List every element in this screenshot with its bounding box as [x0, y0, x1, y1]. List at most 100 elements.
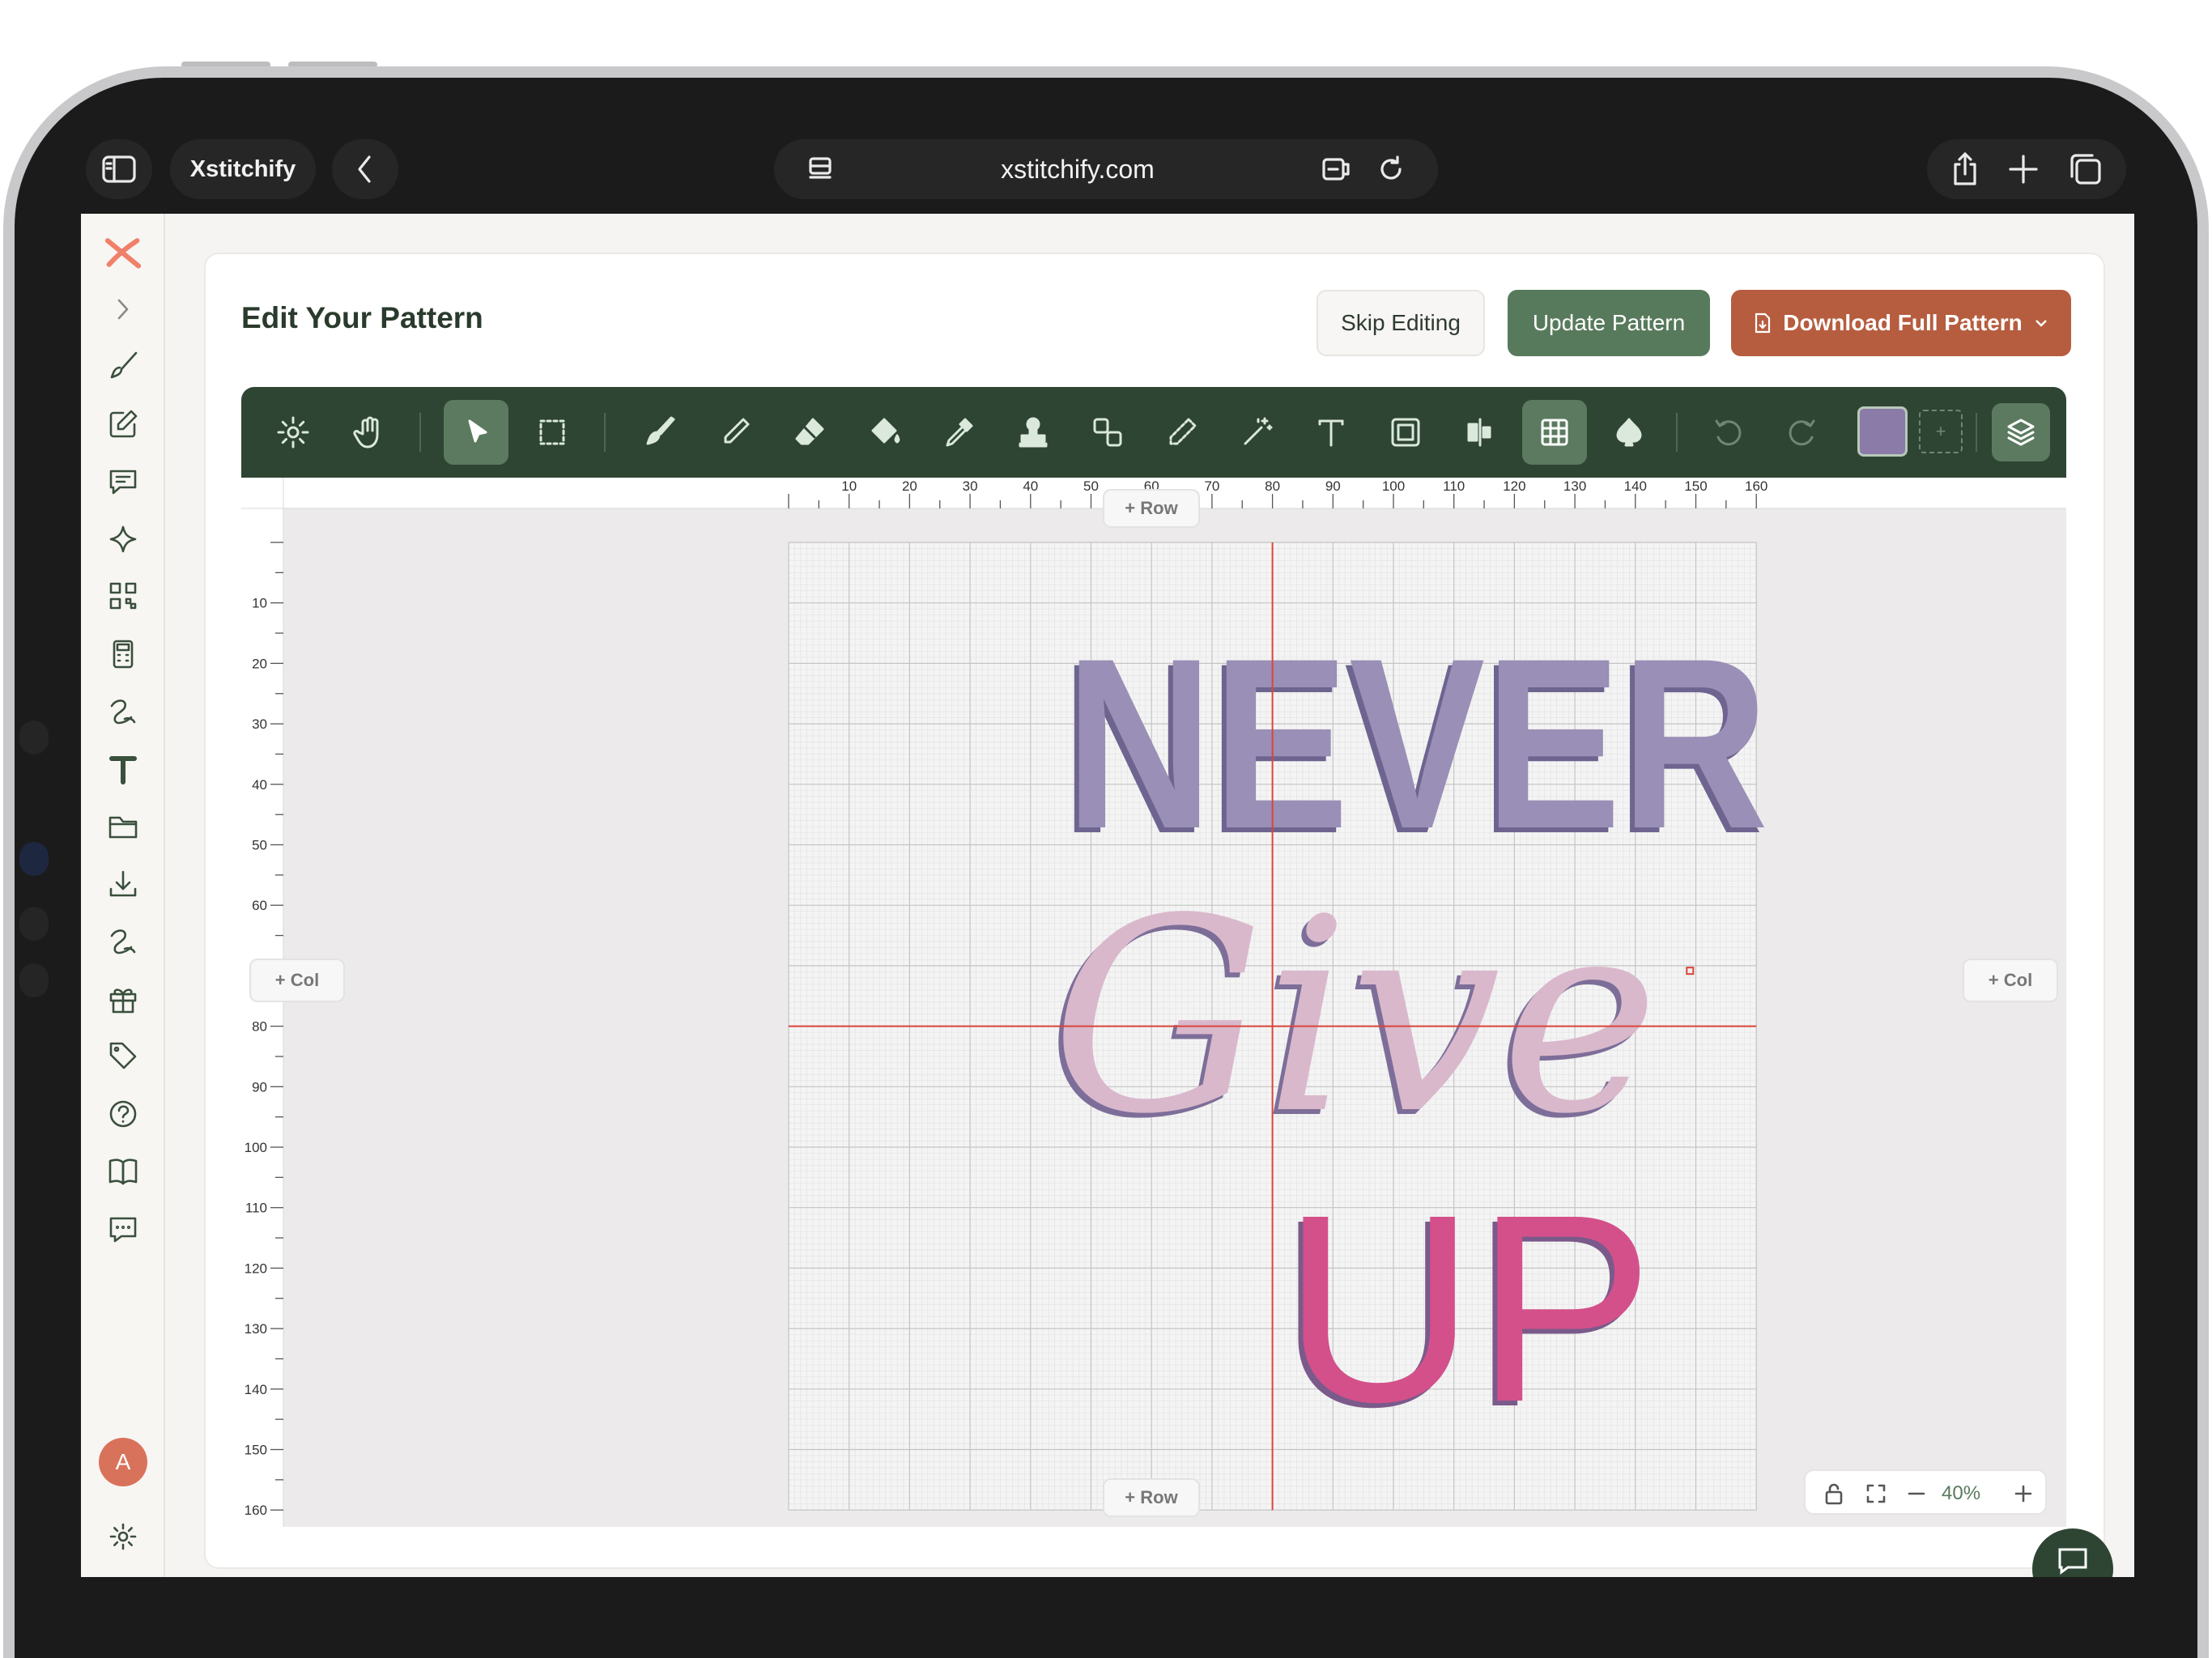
tool-mirror[interactable] [1448, 400, 1512, 465]
nav-download[interactable] [102, 863, 144, 905]
design-word-never: NEVERNEVER [1061, 607, 1768, 884]
tool-magic-wand[interactable] [1224, 400, 1289, 465]
nav-ai[interactable] [102, 518, 144, 560]
tool-shapes[interactable] [1075, 400, 1140, 465]
pattern-canvas[interactable]: 1010202030304040505060607070808090901001… [241, 478, 2066, 1527]
tab-group-label[interactable]: Xstitchify [170, 139, 316, 199]
tool-frame[interactable] [1373, 400, 1438, 465]
lock-icon[interactable] [1823, 1482, 1844, 1505]
page-title: Edit Your Pattern [241, 301, 483, 334]
share-icon[interactable] [1950, 151, 1980, 187]
nav-gift[interactable] [102, 978, 144, 1020]
sidebar-icon [102, 155, 136, 183]
y-tick-label: 130 [245, 1321, 267, 1337]
tool-eraser[interactable] [777, 400, 842, 465]
tool-stamp[interactable] [1001, 400, 1066, 465]
marquee-icon [539, 419, 565, 445]
y-tick-label: 110 [245, 1201, 267, 1216]
url-text: xstitchify.com [1001, 154, 1155, 184]
nav-edit[interactable] [102, 403, 144, 445]
redo-button[interactable] [1770, 400, 1835, 465]
chat-icon [109, 1217, 137, 1243]
comment-icon [109, 470, 137, 495]
nav-brush[interactable] [102, 345, 144, 387]
toolbar-divider [1976, 413, 1977, 452]
tool-drop[interactable] [1597, 400, 1661, 465]
add-row-bottom-button[interactable]: + Row [1103, 1478, 1200, 1517]
zoom-out-icon[interactable] [1906, 1483, 1927, 1504]
nav-comments[interactable] [102, 460, 144, 502]
add-row-top-button[interactable]: + Row [1103, 489, 1200, 528]
logo-icon[interactable] [102, 232, 144, 274]
current-color-swatch[interactable] [1857, 406, 1908, 457]
tool-select[interactable] [444, 400, 508, 465]
stamp-icon [1019, 417, 1048, 448]
nav-calculator[interactable] [102, 633, 144, 675]
new-tab-icon[interactable] [2007, 153, 2040, 185]
tool-brush[interactable] [628, 400, 693, 465]
reload-icon[interactable] [1376, 155, 1406, 184]
update-pattern-button[interactable]: Update Pattern [1508, 290, 1710, 356]
tool-pencil[interactable] [703, 400, 768, 465]
tool-text[interactable] [1299, 400, 1363, 465]
tool-settings[interactable] [261, 400, 325, 465]
gear-icon [277, 416, 309, 449]
add-col-right-button[interactable]: + Col [1963, 959, 2058, 1002]
skip-editing-button[interactable]: Skip Editing [1317, 290, 1485, 356]
nav-tag[interactable] [102, 1035, 144, 1077]
design-word-up: UPUP [1278, 1158, 1653, 1462]
side-button [19, 721, 49, 755]
tool-grid[interactable] [1522, 400, 1587, 465]
undo-button[interactable] [1695, 400, 1760, 465]
tool-marquee[interactable] [520, 400, 585, 465]
y-tick-label: 160 [245, 1503, 267, 1518]
zoom-in-icon[interactable] [2013, 1483, 2034, 1504]
eraser-icon [795, 418, 824, 445]
shapes-icon [1093, 418, 1122, 447]
add-color-button[interactable]: + [1919, 410, 1963, 453]
nav-settings[interactable] [102, 1516, 144, 1558]
nav-chat[interactable] [102, 1208, 144, 1250]
thread-icon [110, 699, 136, 725]
y-tick-label: 120 [245, 1261, 267, 1276]
y-tick-label: 150 [245, 1443, 267, 1458]
nav-text[interactable] [102, 748, 144, 790]
sidebar-toggle-button[interactable] [86, 139, 152, 199]
y-tick-label: 60 [252, 898, 267, 913]
chevron-down-icon [2035, 320, 2047, 327]
thread-icon [110, 929, 136, 954]
tool-fill[interactable] [852, 400, 917, 465]
y-tick-label: 10 [252, 596, 267, 611]
grid-icon [1541, 419, 1568, 446]
text-icon [1318, 419, 1344, 447]
nav-thread-2[interactable] [102, 920, 144, 962]
x-tick-label: 10 [841, 478, 857, 494]
nav-thread[interactable] [102, 690, 144, 732]
download-pattern-button[interactable]: Download Full Pattern [1731, 290, 2071, 356]
side-button [19, 842, 49, 876]
xstitchify-logo [104, 238, 142, 269]
y-tick-label: 100 [245, 1140, 267, 1155]
side-button [19, 963, 49, 997]
expand-sidebar-button[interactable] [102, 288, 144, 330]
layers-button[interactable] [1992, 403, 2050, 461]
editor-toolbar: + [241, 387, 2066, 478]
add-col-left-button[interactable]: + Col [249, 959, 345, 1002]
editor-card: Edit Your Pattern Skip Editing Update Pa… [204, 253, 2105, 1569]
fit-screen-icon[interactable] [1865, 1483, 1887, 1504]
tool-eyedropper[interactable] [926, 400, 991, 465]
tool-pattern-pencil[interactable] [1150, 400, 1214, 465]
frame-icon [1391, 418, 1420, 447]
back-button[interactable] [332, 139, 398, 199]
nav-qr[interactable] [102, 575, 144, 617]
avatar[interactable]: A [99, 1438, 147, 1486]
nav-help[interactable] [102, 1093, 144, 1135]
nav-guide[interactable] [102, 1150, 144, 1192]
address-bar[interactable]: xstitchify.com [774, 139, 1438, 199]
reader-extension-icon[interactable] [1321, 155, 1354, 184]
tabs-overview-icon[interactable] [2067, 152, 2103, 186]
side-button [19, 907, 49, 941]
zoom-controls: 40% [1804, 1469, 2047, 1515]
tool-pan[interactable] [337, 400, 402, 465]
nav-folder[interactable] [102, 805, 144, 847]
